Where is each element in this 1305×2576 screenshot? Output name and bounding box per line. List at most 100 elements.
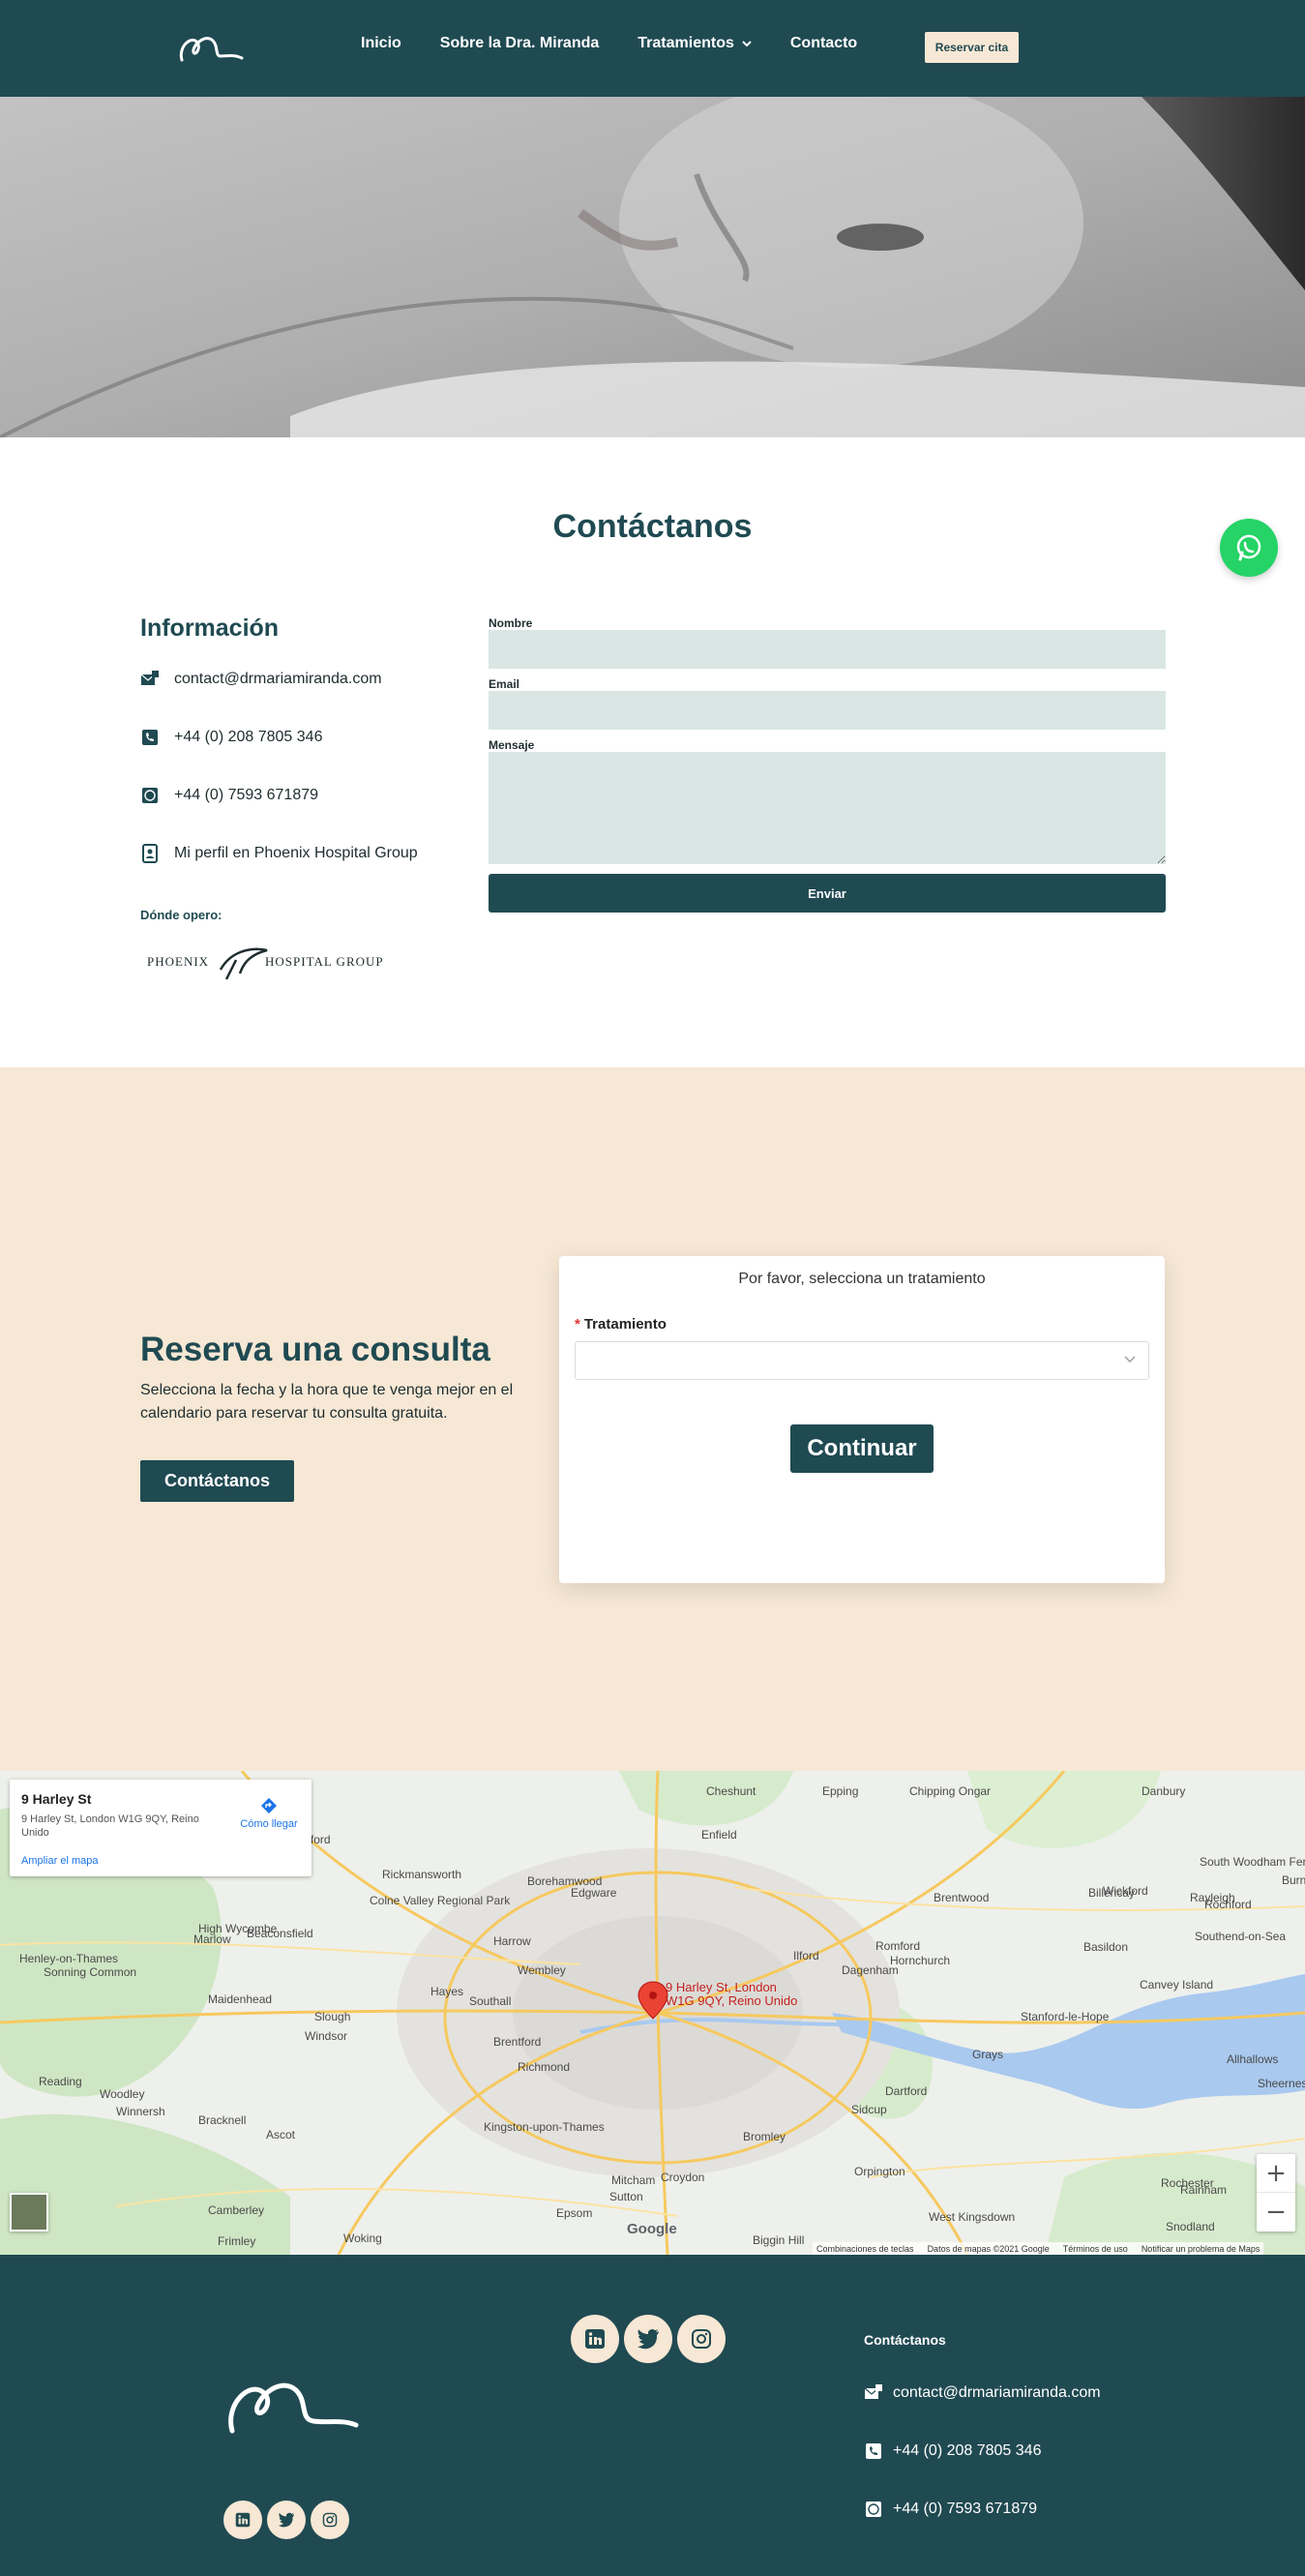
signature-logo-icon[interactable] [222,2361,360,2439]
name-input[interactable] [489,630,1166,669]
map-place-label: Basildon [1083,1940,1128,1954]
twitter-button[interactable] [624,2315,672,2363]
instagram-button[interactable] [677,2315,726,2363]
treatment-label: * Tratamiento [575,1316,667,1333]
instagram-icon [322,2512,338,2528]
map-place-label: Beaconsfield [247,1927,313,1940]
name-label: Nombre [489,616,533,630]
map-place-label: Winnersh [116,2105,165,2118]
twitter-button[interactable] [267,2501,306,2539]
map-place-card: 9 Harley St 9 Harley St, London W1G 9QY,… [10,1780,311,1876]
map-place-label: Ascot [266,2128,296,2142]
footer-email[interactable]: contact@drmariamiranda.com [864,2383,1101,2403]
map-place-label: Edgware [571,1886,617,1900]
nav-item-tratamientos[interactable]: Tratamientos [638,35,752,52]
info-whatsapp[interactable]: +44 (0) 7593 671879 [140,786,318,805]
directions-label: Cómo llegar [240,1818,298,1830]
whatsapp-icon [1236,534,1261,561]
enlarge-map-link[interactable]: Ampliar el mapa [21,1855,98,1867]
map-place-label: Sheerness [1258,2077,1305,2090]
map-place-label: Bromley [743,2130,786,2143]
hero-portrait [0,97,1305,437]
map-place-label: Frimley [218,2234,255,2248]
footer-phone[interactable]: +44 (0) 208 7805 346 [864,2441,1041,2461]
contact-section-title: Contáctanos [552,508,753,545]
phoenix-logo-mark-icon: PHOENIX HOSPITAL GROUP [147,947,384,980]
map-place-label: Enfield [701,1828,737,1842]
zoom-out-button[interactable]: − [1257,2193,1295,2232]
chevron-down-icon [1124,1356,1136,1363]
linkedin-icon [585,2329,605,2349]
nav-label: Contacto [789,35,858,51]
logo-text-right: HOSPITAL GROUP [265,954,384,969]
instagram-icon [692,2329,711,2349]
twitter-icon [279,2512,294,2528]
top-navigation: Inicio Sobre la Dra. Miranda Tratamiento… [0,0,1305,97]
submit-button[interactable]: Enviar [489,874,1166,913]
info-profile-link[interactable]: Mi perfil en Phoenix Hospital Group [140,844,418,863]
continue-button[interactable]: Continuar [790,1424,934,1473]
map-place-label: Orpington [854,2165,905,2178]
whatsapp-icon [866,2501,881,2517]
linkedin-icon [235,2512,251,2528]
email-label: Email [489,677,520,691]
map-place-label: Mitcham [611,2173,655,2187]
map-place-label: Epping [822,1784,858,1798]
map-place-label: Stanford-le-Hope [1021,2010,1110,2023]
map-place-label: Maidenhead [208,1992,272,2006]
map-place-label: Woodley [100,2087,144,2101]
nav-item-sobre[interactable]: Sobre la Dra. Miranda [440,35,600,52]
map-place-label: Woking [343,2232,382,2245]
logo-text-left: PHOENIX [147,954,209,969]
map-layers-button[interactable] [10,2193,48,2232]
email-input[interactable] [489,691,1166,730]
zoom-in-button[interactable]: + [1257,2154,1295,2193]
directions-link[interactable]: Cómo llegar [230,1797,308,1830]
mail-icon [140,671,159,685]
map-place-label: Southall [469,1994,511,2008]
map-place-label: Borehamwood [527,1874,602,1888]
treatment-label-text: Tratamiento [583,1316,667,1333]
map-place-label: Reading [39,2075,82,2088]
map-place-label: Hayes [430,1985,463,1998]
nav-item-contacto[interactable]: Contacto [790,35,857,52]
phoenix-hospital-logo[interactable]: PHOENIX HOSPITAL GROUP [143,941,395,991]
treatment-select[interactable] [575,1341,1149,1380]
map-place-address: 9 Harley St, London W1G 9QY, Reino Unido [21,1813,199,1839]
mail-icon [864,2384,882,2399]
whatsapp-float-button[interactable] [1220,519,1278,577]
booking-title: Reserva una consulta [140,1331,490,1368]
map-place-label: Hornchurch [890,1954,950,1967]
reserve-appointment-button[interactable]: Reservar cita [925,32,1019,63]
keyboard-shortcuts-link[interactable]: Combinaciones de teclas [816,2244,914,2254]
linkedin-button[interactable] [223,2501,262,2539]
footer [0,2255,1305,2576]
twitter-icon [638,2328,659,2350]
chevron-down-icon [742,41,752,47]
footer-social-small [223,2501,349,2539]
info-phone-text: +44 (0) 208 7805 346 [174,729,323,745]
nav-item-inicio[interactable]: Inicio [361,35,401,52]
hero-image [0,97,1305,437]
terms-link[interactable]: Términos de uso [1063,2244,1128,2254]
footer-social-large [571,2315,726,2363]
info-phone[interactable]: +44 (0) 208 7805 346 [140,728,322,747]
map-data-text: Datos de mapas ©2021 Google [927,2243,1050,2254]
info-profile-text: Mi perfil en Phoenix Hospital Group [174,845,418,861]
map-place-label: Windsor [305,2029,347,2043]
map-attribution: Combinaciones de teclas Datos de mapas ©… [813,2242,1264,2255]
report-problem-link[interactable]: Notificar un problema de Maps [1142,2244,1261,2254]
footer-whatsapp[interactable]: +44 (0) 7593 671879 [864,2500,1037,2519]
map-place-label: Harrow [493,1934,531,1948]
info-email[interactable]: contact@drmariamiranda.com [140,670,382,689]
linkedin-button[interactable] [571,2315,619,2363]
map-place-label: Allhallows [1227,2052,1278,2066]
map-place-label: Grays [972,2048,1003,2061]
instagram-button[interactable] [311,2501,349,2539]
booking-contact-button[interactable]: Contáctanos [140,1460,294,1502]
map-place-label: Rainham [1180,2183,1227,2197]
phone-icon [142,730,158,745]
nav-label: Inicio [361,35,401,51]
signature-logo-icon[interactable] [176,27,246,66]
message-textarea[interactable] [489,752,1166,864]
